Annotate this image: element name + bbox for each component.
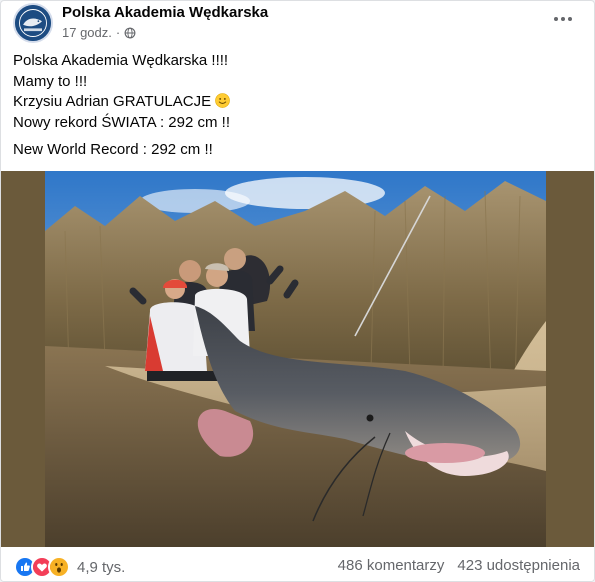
post-text-line: Krzysiu Adrian GRATULACJE bbox=[13, 93, 212, 110]
post-text-line: Polska Akademia Wędkarska !!!! bbox=[13, 52, 229, 69]
post-stats: 486 komentarzy 423 udostępnienia bbox=[338, 557, 580, 574]
post-text-english: New World Record : 292 cm !! bbox=[13, 141, 213, 158]
page-name[interactable]: Polska Akademia Wędkarska bbox=[62, 4, 268, 21]
reactions-count: 4,9 tys. bbox=[77, 558, 126, 576]
post-header: Polska Akademia Wędkarska 17 godz. · bbox=[1, 1, 594, 49]
post-photo[interactable] bbox=[1, 171, 594, 547]
page-avatar[interactable] bbox=[13, 3, 53, 43]
feed-post: Polska Akademia Wędkarska 17 godz. · Pol… bbox=[0, 0, 595, 582]
reaction-icons bbox=[14, 556, 70, 578]
post-meta: 17 godz. · bbox=[62, 25, 136, 40]
post-footer: 4,9 tys. 486 komentarzy 423 udostępnieni… bbox=[1, 547, 594, 581]
post-text: Polska Akademia Wędkarska !!!! Mamy to !… bbox=[13, 51, 573, 161]
more-options-button[interactable] bbox=[549, 9, 577, 29]
post-text-line: Nowy rekord ŚWIATA : 292 cm !! bbox=[13, 113, 231, 131]
reactions-summary[interactable]: 4,9 tys. bbox=[14, 556, 125, 578]
page-logo-icon bbox=[15, 5, 51, 41]
post-text-line-with-emoji: Krzysiu Adrian GRATULACJE bbox=[13, 92, 573, 113]
slightly-smiling-face-icon bbox=[215, 93, 230, 108]
more-options-icon bbox=[554, 17, 558, 21]
wow-icon bbox=[48, 556, 70, 578]
meta-dot: · bbox=[115, 25, 121, 40]
shares-count-link[interactable]: 423 udostępnienia bbox=[457, 557, 580, 574]
post-timestamp[interactable]: 17 godz. bbox=[62, 25, 112, 40]
post-text-line: Mamy to !!! bbox=[13, 72, 88, 90]
comments-count-link[interactable]: 486 komentarzy bbox=[338, 557, 445, 574]
catfish-photo bbox=[45, 171, 546, 547]
globe-icon bbox=[124, 27, 136, 38]
